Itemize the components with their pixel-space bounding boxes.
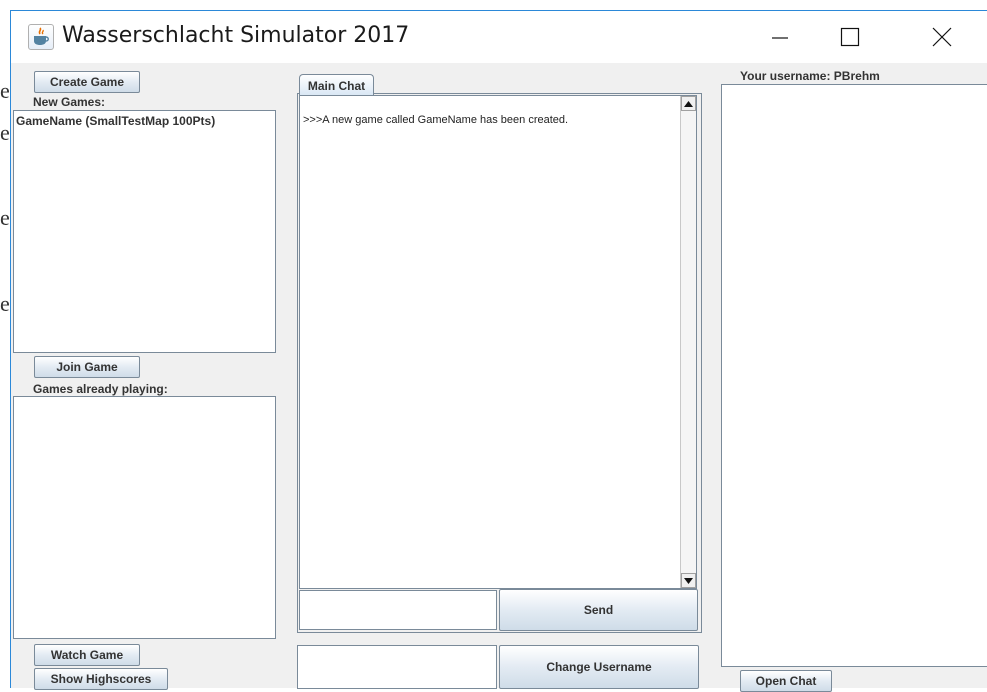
show-highscores-button[interactable]: Show Highscores [34,668,168,690]
tab-main-chat[interactable]: Main Chat [299,74,374,96]
new-games-label: New Games: [33,95,106,109]
watch-game-button[interactable]: Watch Game [34,644,140,666]
java-cup-icon [28,24,54,50]
send-button[interactable]: Send [499,589,698,631]
username-input[interactable] [297,645,497,689]
background-text-fragment: e [0,78,10,103]
title-bar[interactable]: Wasserschlacht Simulator 2017 [11,11,987,63]
message-input[interactable] [299,590,497,630]
users-list[interactable] [721,84,987,667]
join-game-button[interactable]: Join Game [34,356,140,378]
background-window-strip: e e e e [0,0,10,688]
create-game-button[interactable]: Create Game [34,71,140,93]
background-text-fragment: e [0,205,10,230]
arrow-down-icon [684,577,693,584]
close-icon [932,27,952,47]
chat-message: >>>A new game called GameName has been c… [303,114,569,126]
window-title: Wasserschlacht Simulator 2017 [62,23,410,48]
maximize-button[interactable] [827,11,873,63]
app-window: Wasserschlacht Simulator 2017 Create Gam… [10,10,987,692]
background-text-fragment: e [0,291,10,316]
username-label: Your username: PBrehm [740,69,880,83]
games-playing-list[interactable] [13,396,276,639]
scroll-up-button[interactable] [681,96,696,111]
open-chat-button[interactable]: Open Chat [740,670,832,692]
games-playing-label: Games already playing: [33,382,168,396]
background-text-fragment: e [0,120,10,145]
minimize-icon [772,37,788,39]
new-games-list[interactable]: GameName (SmallTestMap 100Pts) [13,110,276,353]
minimize-button[interactable] [757,11,803,63]
chat-log[interactable]: >>>A new game called GameName has been c… [299,95,697,589]
close-button[interactable] [919,11,965,63]
arrow-up-icon [684,100,693,107]
change-username-button[interactable]: Change Username [499,645,699,689]
chat-scrollbar[interactable] [680,96,696,588]
maximize-icon [840,27,860,47]
list-item[interactable]: GameName (SmallTestMap 100Pts) [14,111,275,128]
scroll-down-button[interactable] [681,573,696,588]
